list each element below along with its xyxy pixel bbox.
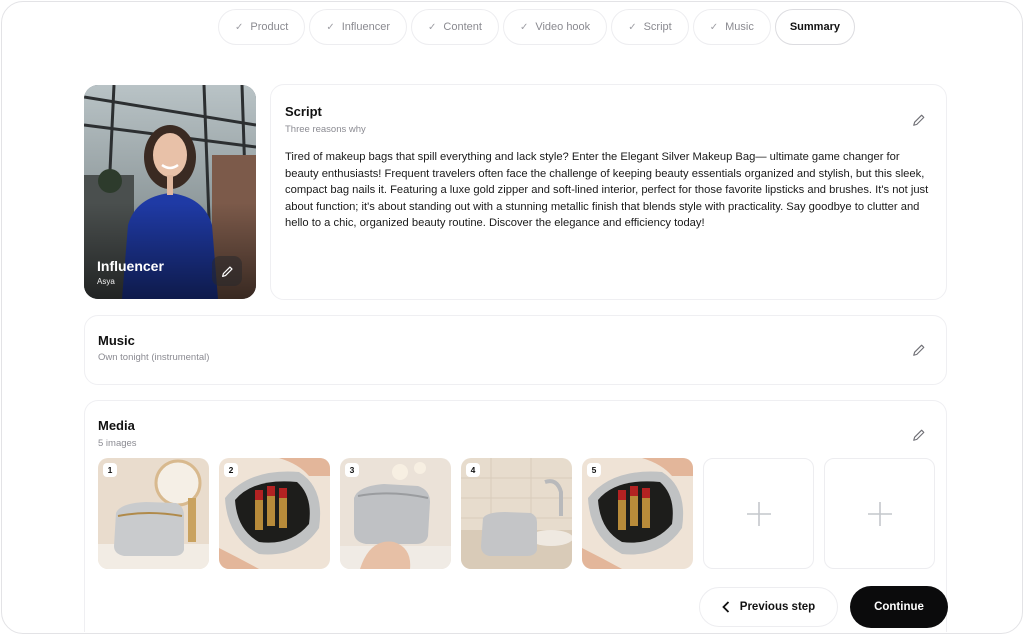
progress-stepper: ✓ Product ✓ Influencer ✓ Content ✓ Video… [218, 8, 855, 46]
image-number: 4 [466, 463, 480, 477]
media-thumbnail[interactable]: 1 [98, 458, 209, 569]
step-label: Video hook [535, 21, 591, 33]
add-image-button[interactable] [824, 458, 935, 569]
influencer-name: Asya [97, 277, 115, 286]
plus-icon [746, 501, 771, 526]
check-icon: ✓ [628, 21, 637, 33]
continue-button[interactable]: Continue [850, 586, 948, 628]
edit-influencer-button[interactable] [212, 256, 242, 286]
edit-media-button[interactable] [908, 424, 930, 446]
media-count: 5 images [98, 438, 137, 449]
check-icon: ✓ [428, 21, 437, 33]
check-icon: ✓ [326, 21, 335, 33]
media-thumbnail[interactable]: 4 [461, 458, 572, 569]
step-label: Summary [789, 21, 840, 33]
previous-step-button[interactable]: Previous step [699, 587, 838, 627]
image-number: 3 [345, 463, 359, 477]
edit-music-button[interactable] [908, 339, 930, 361]
step-label: Music [725, 21, 754, 33]
add-image-button[interactable] [703, 458, 814, 569]
script-title: Script [285, 104, 322, 119]
script-subtitle: Three reasons why [285, 124, 366, 135]
step-label: Product [250, 21, 289, 33]
step-label: Content [443, 21, 482, 33]
image-number: 5 [587, 463, 601, 477]
check-icon: ✓ [519, 21, 529, 33]
image-number: 1 [103, 463, 117, 477]
music-card: Music Own tonight (instrumental) [84, 315, 947, 385]
step-label: Influencer [341, 21, 391, 33]
pencil-icon [913, 429, 925, 441]
script-card: Script Three reasons why Tired of makeup… [270, 84, 947, 300]
step-content[interactable]: ✓ Content [411, 9, 499, 45]
step-product[interactable]: ✓ Product [218, 9, 306, 45]
step-script[interactable]: ✓ Script [611, 9, 689, 45]
script-text: Tired of makeup bags that spill everythi… [285, 151, 929, 230]
edit-script-button[interactable] [908, 109, 930, 131]
media-title: Media [98, 418, 135, 433]
step-label: Script [643, 21, 672, 33]
previous-step-label: Previous step [739, 601, 816, 613]
music-track: Own tonight (instrumental) [98, 352, 210, 363]
music-title: Music [98, 333, 135, 348]
step-influencer[interactable]: ✓ Influencer [309, 9, 408, 45]
check-icon: ✓ [709, 21, 719, 33]
pencil-icon [913, 114, 925, 126]
step-summary[interactable]: Summary [774, 9, 855, 45]
media-thumbnail[interactable]: 5 [582, 458, 693, 569]
image-number: 2 [224, 463, 238, 477]
step-music[interactable]: ✓ Music [692, 9, 771, 45]
check-icon: ✓ [235, 21, 244, 33]
media-thumbnail[interactable]: 2 [219, 458, 330, 569]
app-window: ✓ Product ✓ Influencer ✓ Content ✓ Video… [1, 1, 1023, 634]
media-thumbnail[interactable]: 3 [340, 458, 451, 569]
pencil-icon [221, 265, 233, 277]
influencer-title: Influencer [97, 258, 164, 274]
plus-icon [867, 501, 892, 526]
step-video-hook[interactable]: ✓ Video hook [502, 9, 608, 45]
pencil-icon [913, 344, 925, 356]
chevron-left-icon [722, 601, 729, 613]
